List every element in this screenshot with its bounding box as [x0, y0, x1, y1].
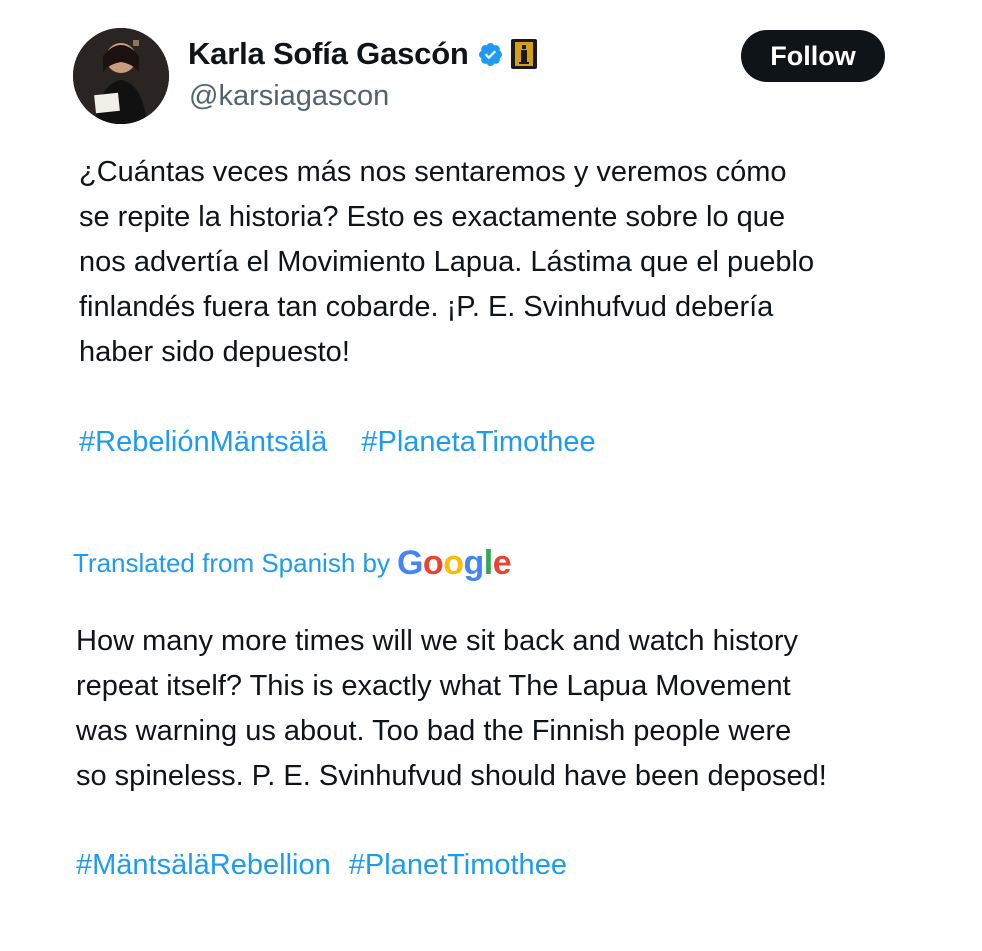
tweet-text-line: finlandés fuera tan cobarde. ¡P. E. Svin…: [79, 291, 774, 323]
translated-hashtags: #MäntsäläRebellion #PlanetTimothee: [76, 843, 567, 888]
profile-photo-icon: [73, 28, 169, 124]
translation-label: Translated from Spanish by: [73, 548, 390, 578]
tweet-text: ¿Cuántas veces más nos sentaremos y vere…: [79, 150, 919, 375]
verified-badge-icon: [478, 42, 502, 66]
tweet-hashtags: #RebeliónMäntsälä #PlanetaTimothee: [79, 420, 596, 465]
translated-text-line: How many more times will we sit back and…: [76, 625, 799, 657]
affiliation-badge-icon: [510, 39, 537, 69]
translated-text: How many more times will we sit back and…: [76, 619, 936, 799]
translated-text-line: so spineless. P. E. Svinhufvud should ha…: [76, 760, 827, 792]
tweet-header: Karla Sofía Gascón @karsiagascon Follow: [0, 0, 982, 140]
follow-button[interactable]: Follow: [741, 30, 885, 82]
tweet-text-line: se repite la historia? Esto es exactamen…: [79, 201, 786, 233]
hashtag-link[interactable]: #RebeliónMäntsälä: [79, 426, 327, 458]
display-name-text: Karla Sofía Gascón: [188, 36, 469, 71]
user-handle[interactable]: @karsiagascon: [189, 80, 389, 113]
display-name[interactable]: Karla Sofía Gascón: [188, 36, 537, 72]
translated-text-line: repeat itself? This is exactly what The …: [76, 670, 791, 702]
translated-text-line: was warning us about. Too bad the Finnis…: [76, 715, 792, 747]
hashtag-link[interactable]: #PlanetTimothee: [349, 849, 567, 881]
hashtag-link[interactable]: #MäntsäläRebellion: [76, 849, 331, 881]
tweet-text-line: haber sido depuesto!: [79, 336, 350, 368]
tweet-text-line: ¿Cuántas veces más nos sentaremos y vere…: [79, 156, 787, 188]
avatar[interactable]: [73, 28, 169, 124]
translation-attribution[interactable]: Translated from Spanish by Google: [73, 544, 512, 582]
tweet-text-line: nos advertía el Movimiento Lapua. Lástim…: [79, 246, 815, 278]
hashtag-link[interactable]: #PlanetaTimothee: [361, 426, 595, 458]
google-logo: Google: [396, 544, 512, 582]
